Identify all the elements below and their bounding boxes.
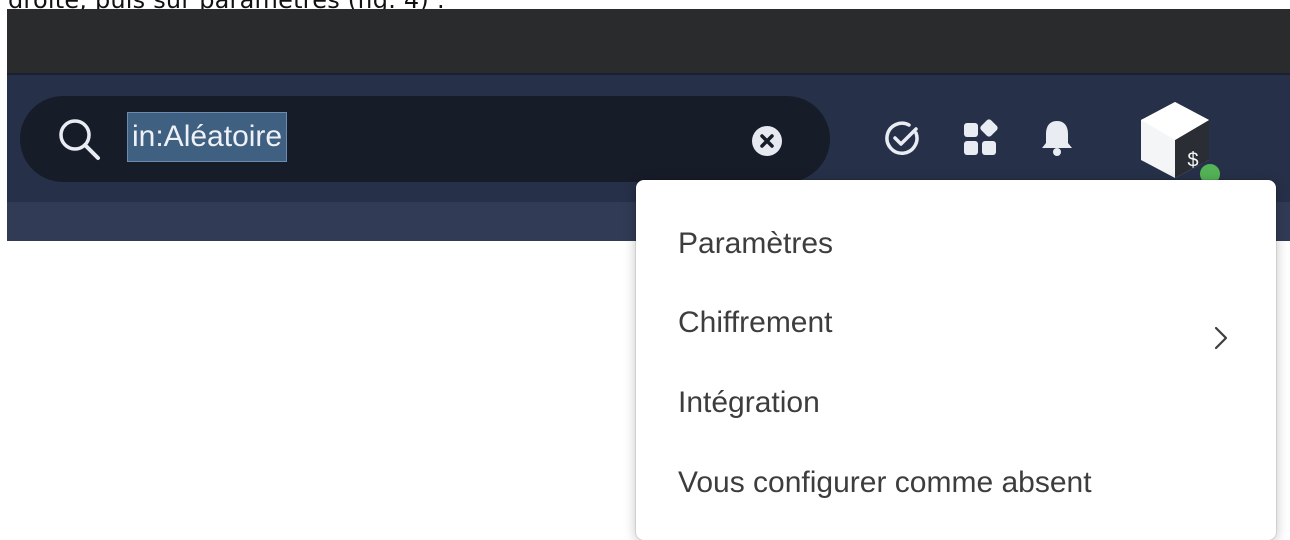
title-bar xyxy=(7,9,1290,73)
menu-item-set-away[interactable]: Vous configurer comme absent xyxy=(678,453,1238,513)
search-bar[interactable]: in:Aléatoire xyxy=(20,96,830,182)
menu-item-integration[interactable]: Intégration xyxy=(678,373,1238,433)
menu-item-parametres[interactable]: Paramètres xyxy=(678,214,1238,274)
search-input[interactable]: in:Aléatoire xyxy=(126,112,288,162)
clear-search-icon[interactable] xyxy=(752,126,782,156)
check-circle-icon[interactable] xyxy=(883,119,923,159)
menu-item-label: Chiffrement xyxy=(678,306,833,339)
bell-icon[interactable] xyxy=(1037,117,1077,157)
apps-grid-icon[interactable] xyxy=(960,119,1000,159)
user-dropdown-menu: Paramètres Chiffrement Intégration Vous … xyxy=(636,180,1276,540)
search-icon[interactable] xyxy=(56,116,102,162)
menu-item-label: Paramètres xyxy=(678,227,834,260)
menu-item-label: Vous configurer comme absent xyxy=(678,466,1092,499)
chevron-right-icon xyxy=(1214,311,1228,350)
menu-item-chiffrement[interactable]: Chiffrement xyxy=(678,293,1238,353)
menu-item-label: Intégration xyxy=(678,386,820,419)
